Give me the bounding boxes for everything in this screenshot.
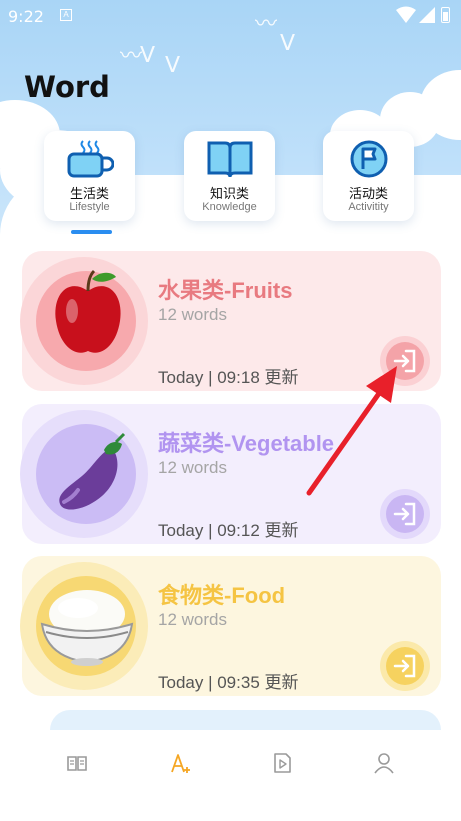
flag-icon	[350, 140, 388, 178]
wifi-icon	[396, 6, 416, 23]
tab-knowledge[interactable]: 知识类 Knowledge	[184, 131, 275, 221]
page-title: Word	[24, 70, 110, 104]
tab-label-zh: 生活类	[69, 186, 109, 201]
battery-icon	[441, 7, 450, 23]
tab-activity[interactable]: 活动类 Activitity	[323, 131, 414, 221]
enter-icon	[393, 654, 416, 678]
updated-time: Today | 09:12 更新	[158, 521, 299, 540]
signal-icon	[419, 7, 435, 23]
card-title: 水果类-Fruits	[158, 278, 293, 303]
updated-time: Today | 09:35 更新	[158, 673, 299, 692]
enter-icon	[393, 349, 416, 373]
word-add-icon[interactable]	[166, 748, 196, 778]
book-open-icon[interactable]	[62, 748, 92, 778]
book-icon	[207, 141, 253, 178]
card-title: 蔬菜类-Vegetable	[158, 431, 335, 456]
enter-button[interactable]	[380, 336, 430, 386]
enter-button[interactable]	[380, 489, 430, 539]
category-card-vegetable[interactable]: 蔬菜类-Vegetable 12 words Today | 09:12 更新	[20, 404, 441, 544]
status-time: 9:22	[8, 7, 44, 26]
category-card-fruits[interactable]: 水果类-Fruits 12 words Today | 09:18 更新	[20, 251, 441, 391]
tab-label-en: Activitity	[348, 201, 389, 213]
cup-icon	[67, 140, 114, 178]
notification-icon: A	[60, 9, 72, 21]
eggplant-icon	[59, 432, 126, 510]
word-count: 12 words	[158, 610, 227, 629]
category-card-partial[interactable]	[50, 710, 441, 730]
category-card-food[interactable]: 食物类-Food 12 words Today | 09:35 更新	[20, 556, 441, 696]
apple-icon	[55, 269, 121, 353]
tab-label-zh: 知识类	[209, 186, 249, 201]
bottom-navigation	[0, 730, 461, 821]
profile-icon[interactable]	[369, 748, 399, 778]
tab-label-zh: 活动类	[348, 186, 388, 201]
enter-button[interactable]	[380, 641, 430, 691]
word-count: 12 words	[158, 458, 227, 477]
word-count: 12 words	[158, 305, 227, 324]
tab-label-en: Knowledge	[202, 201, 257, 213]
status-bar: 9:22 A	[0, 0, 461, 32]
updated-time: Today | 09:18 更新	[158, 368, 299, 387]
card-title: 食物类-Food	[158, 583, 286, 608]
video-icon[interactable]	[267, 748, 297, 778]
tab-indicator	[71, 230, 112, 234]
rice-bowl-icon	[40, 590, 134, 666]
tab-label-en: Lifestyle	[69, 201, 110, 213]
enter-icon	[393, 502, 416, 526]
tab-lifestyle[interactable]: 生活类 Lifestyle	[44, 131, 135, 221]
